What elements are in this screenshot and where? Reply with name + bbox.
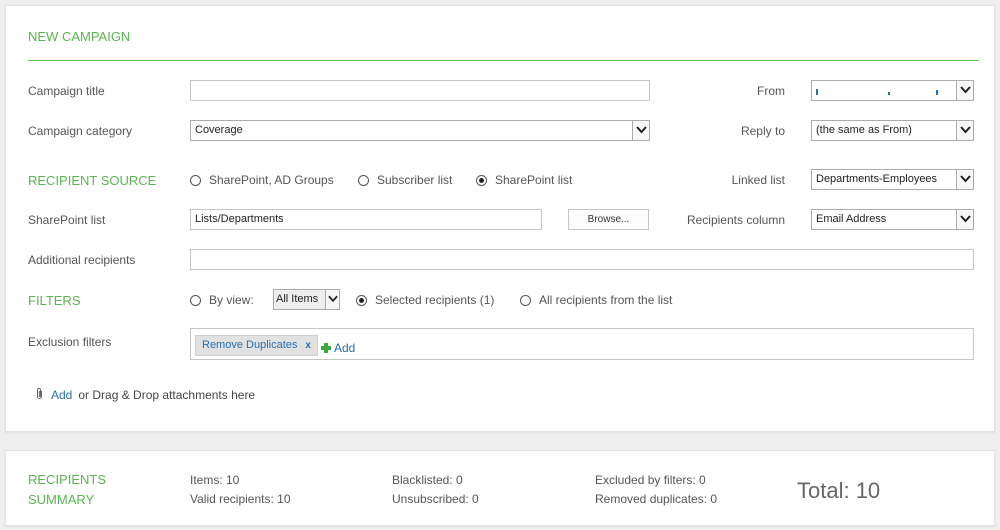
campaign-category-label: Campaign category bbox=[28, 124, 133, 138]
summary-items: Items: 10 bbox=[190, 473, 240, 487]
filter-option-label: By view: bbox=[209, 293, 254, 307]
browse-button[interactable]: Browse... bbox=[568, 209, 649, 230]
campaign-title-label: Campaign title bbox=[28, 84, 105, 98]
sharepoint-list-label: SharePoint list bbox=[28, 213, 106, 227]
campaign-title-input[interactable] bbox=[190, 80, 650, 101]
source-option-sharepoint-list[interactable]: SharePoint list bbox=[476, 173, 572, 187]
from-select[interactable] bbox=[811, 80, 974, 101]
recipients-summary-panel: RECIPIENTS SUMMARY Items: 10 Valid recip… bbox=[5, 450, 995, 526]
filter-option-by-view[interactable]: By view: bbox=[190, 293, 254, 307]
radio-selected-icon[interactable] bbox=[476, 174, 487, 186]
recipients-column-select[interactable]: Email Address bbox=[811, 209, 974, 230]
exclusion-tag: Remove Duplicates x bbox=[195, 335, 318, 356]
attachments-hint: or Drag & Drop attachments here bbox=[78, 388, 256, 402]
campaign-category-select[interactable]: Coverage bbox=[190, 120, 650, 141]
source-option-subscriber-list[interactable]: Subscriber list bbox=[358, 173, 452, 187]
reply-to-value: (the same as From) bbox=[816, 124, 912, 136]
exclusion-tag-label: Remove Duplicates bbox=[202, 339, 298, 351]
view-select[interactable]: All Items bbox=[273, 289, 340, 310]
from-value-fragment bbox=[888, 92, 890, 95]
add-attachment-link[interactable]: Add bbox=[51, 388, 72, 402]
additional-recipients-label: Additional recipients bbox=[28, 253, 136, 267]
summary-unsubscribed: Unsubscribed: 0 bbox=[392, 492, 479, 506]
linked-list-label: Linked list bbox=[731, 173, 785, 187]
filters-title: FILTERS bbox=[28, 293, 81, 308]
summary-excluded: Excluded by filters: 0 bbox=[595, 473, 706, 487]
source-option-label: SharePoint, AD Groups bbox=[209, 173, 334, 187]
linked-list-select[interactable]: Departments-Employees bbox=[811, 169, 974, 190]
sharepoint-list-input[interactable]: Lists/Departments bbox=[190, 209, 542, 230]
filter-option-all-recipients[interactable]: All recipients from the list bbox=[520, 293, 672, 307]
campaign-category-value: Coverage bbox=[195, 124, 243, 136]
radio-icon[interactable] bbox=[190, 294, 201, 306]
from-label: From bbox=[757, 84, 785, 98]
linked-list-value: Departments-Employees bbox=[816, 173, 938, 185]
paperclip-icon bbox=[36, 387, 43, 403]
add-link-label: Add bbox=[334, 341, 356, 355]
chevron-down-icon bbox=[956, 81, 973, 100]
chevron-down-icon bbox=[325, 290, 339, 309]
page-title: NEW CAMPAIGN bbox=[28, 29, 131, 44]
reply-to-label: Reply to bbox=[740, 124, 785, 138]
source-option-sharepoint-ad[interactable]: SharePoint, AD Groups bbox=[190, 173, 334, 187]
radio-selected-icon[interactable] bbox=[356, 294, 367, 306]
radio-icon[interactable] bbox=[190, 174, 201, 186]
filter-option-label: Selected recipients (1) bbox=[375, 293, 495, 307]
summary-title-line2: SUMMARY bbox=[28, 492, 95, 507]
from-value-fragment bbox=[816, 89, 818, 95]
filter-option-label: All recipients from the list bbox=[539, 293, 673, 307]
chevron-down-icon bbox=[956, 170, 973, 189]
summary-removed-duplicates: Removed duplicates: 0 bbox=[595, 492, 718, 506]
from-value-fragment bbox=[936, 90, 938, 95]
remove-tag-icon[interactable]: x bbox=[305, 336, 311, 355]
summary-total: Total: 10 bbox=[797, 478, 881, 503]
chevron-down-icon bbox=[956, 210, 973, 229]
chevron-down-icon bbox=[632, 121, 649, 140]
view-select-value: All Items bbox=[276, 293, 319, 305]
radio-icon[interactable] bbox=[358, 174, 369, 186]
exclusion-filters-label: Exclusion filters bbox=[28, 335, 112, 349]
summary-blacklisted: Blacklisted: 0 bbox=[392, 473, 463, 487]
summary-title-line1: RECIPIENTS bbox=[28, 472, 107, 487]
reply-to-select[interactable]: (the same as From) bbox=[811, 120, 974, 141]
add-exclusion-filter-link[interactable]: Add bbox=[321, 341, 355, 355]
chevron-down-icon bbox=[956, 121, 973, 140]
source-option-label: Subscriber list bbox=[377, 173, 453, 187]
filter-option-selected-recipients[interactable]: Selected recipients (1) bbox=[356, 293, 494, 307]
attachments-row: Add or Drag & Drop attachments here bbox=[36, 387, 255, 403]
source-option-label: SharePoint list bbox=[495, 173, 573, 187]
title-divider bbox=[28, 60, 979, 61]
summary-valid-recipients: Valid recipients: 10 bbox=[190, 492, 291, 506]
radio-icon[interactable] bbox=[520, 294, 531, 306]
new-campaign-panel: NEW CAMPAIGN Campaign title From Campaig… bbox=[5, 5, 995, 432]
additional-recipients-input[interactable] bbox=[190, 249, 974, 270]
plus-icon bbox=[321, 343, 331, 353]
recipient-source-title: RECIPIENT SOURCE bbox=[28, 173, 157, 188]
recipients-column-label: Recipients column bbox=[686, 213, 785, 227]
recipients-column-value: Email Address bbox=[816, 213, 887, 225]
